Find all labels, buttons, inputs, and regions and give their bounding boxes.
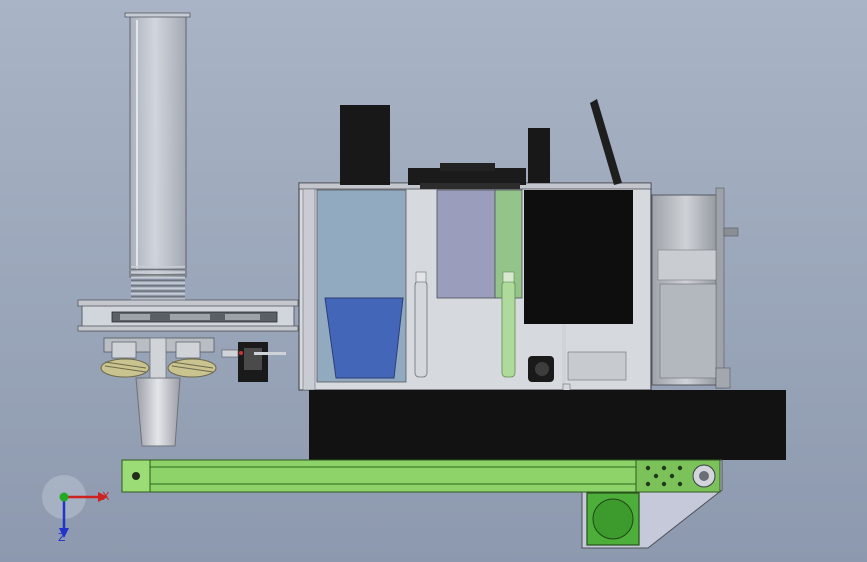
bolt bbox=[661, 465, 667, 471]
conveyor-rail bbox=[121, 459, 721, 493]
thread-ring bbox=[131, 268, 185, 271]
x-axis-label: X bbox=[102, 490, 110, 503]
y-axis-dot bbox=[59, 492, 69, 502]
base-block bbox=[309, 390, 786, 460]
probe-tube-green bbox=[501, 271, 516, 378]
thread-ring bbox=[131, 293, 185, 295]
bolt bbox=[669, 473, 675, 479]
bolt bbox=[677, 481, 683, 487]
bolt bbox=[661, 481, 667, 487]
thread-ring bbox=[131, 279, 185, 282]
conveyor-motor bbox=[586, 492, 640, 546]
bolt bbox=[645, 465, 651, 471]
probe-tube-left bbox=[414, 271, 428, 378]
sensor-box-left bbox=[340, 105, 390, 185]
tank-purple bbox=[436, 189, 496, 299]
cad-assembly-view: X Z bbox=[0, 0, 867, 562]
sensor-box-right bbox=[528, 128, 550, 183]
thread-ring bbox=[131, 266, 185, 268]
tank-blue bbox=[316, 189, 407, 383]
bolt bbox=[653, 473, 659, 479]
bolt bbox=[645, 481, 651, 487]
conveyor-drive-end bbox=[635, 459, 721, 493]
z-axis-label: Z bbox=[58, 531, 66, 544]
auger-left bbox=[100, 358, 150, 378]
thread-ring bbox=[131, 274, 185, 276]
thread-ring bbox=[131, 284, 185, 287]
thread-ring bbox=[131, 290, 185, 292]
control-box bbox=[524, 190, 633, 324]
auger-right bbox=[167, 358, 217, 378]
thread-ring bbox=[131, 271, 185, 273]
hopper-cylinder bbox=[124, 12, 191, 278]
thread-ring bbox=[131, 276, 185, 279]
thread-ring bbox=[131, 295, 185, 298]
bolt bbox=[677, 465, 683, 471]
thread-ring bbox=[131, 287, 185, 290]
dosing-plate bbox=[77, 299, 299, 332]
thread-ring bbox=[131, 282, 185, 284]
